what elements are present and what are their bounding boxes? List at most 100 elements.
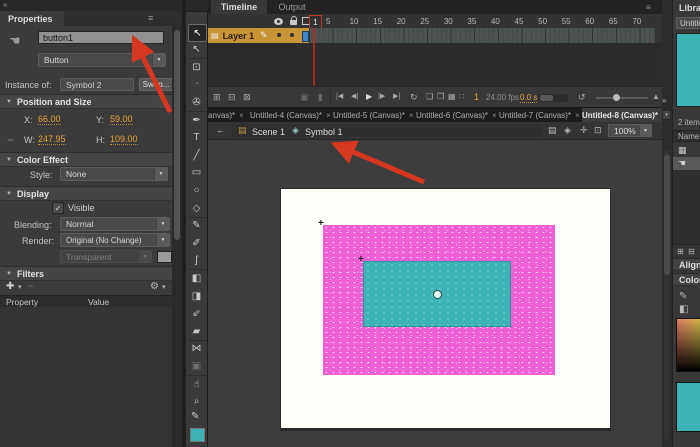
close-icon[interactable]: × xyxy=(239,111,244,120)
zoom-tool[interactable]: ⌕ xyxy=(188,394,205,410)
document-tab-4[interactable]: Untitled-6 (Canvas)*× xyxy=(416,108,496,122)
document-tab-3[interactable]: Untitled-5 (Canvas)*× xyxy=(333,108,413,122)
step-forward-icon[interactable]: |▶ xyxy=(378,93,385,100)
stroke-color-pencil-icon[interactable]: ✎ xyxy=(191,411,199,422)
lock-column-icon[interactable] xyxy=(290,20,297,25)
properties-scrollbar[interactable] xyxy=(172,26,182,447)
stage-zoom-dropdown[interactable]: 100% ▼ xyxy=(608,124,652,137)
style-dropdown[interactable]: None ▼ xyxy=(60,167,168,181)
go-last-frame-icon[interactable]: ▶| xyxy=(393,93,400,100)
chevron-down-icon[interactable]: ▾ xyxy=(162,284,166,291)
scrollbar-thumb[interactable] xyxy=(174,30,180,240)
section-display[interactable]: ▼ Display xyxy=(0,186,172,201)
close-icon[interactable]: × xyxy=(575,111,579,120)
render-dropdown[interactable]: Original (No Change) ▼ xyxy=(60,233,170,247)
lasso-tool[interactable]: ✇ xyxy=(188,94,205,110)
ruler-frame-25[interactable]: 25 xyxy=(420,17,429,26)
playhead-frame-number[interactable]: 1 xyxy=(309,15,322,29)
scrollbar-thumb[interactable] xyxy=(664,155,670,275)
pen-tool[interactable]: ✒ xyxy=(188,112,205,128)
link-width-height-icon[interactable]: ⇔ xyxy=(6,135,15,144)
ruler-frame-35[interactable]: 35 xyxy=(467,17,476,26)
modify-markers-icon[interactable]: ∷ xyxy=(459,93,464,101)
rectangle-tool[interactable]: ▭ xyxy=(188,165,205,181)
layer-visibility-dot[interactable] xyxy=(277,33,281,37)
paint-bucket-tool[interactable]: ◧ xyxy=(188,270,205,286)
ruler-frame-65[interactable]: 65 xyxy=(609,17,618,26)
back-arrow-icon[interactable]: ← xyxy=(216,126,225,135)
y-value[interactable]: 59.00 xyxy=(110,115,133,125)
delete-layer-icon[interactable]: ⊠ xyxy=(243,93,251,102)
visible-checkbox[interactable]: ✓ xyxy=(52,202,64,214)
brush-tool[interactable]: ✐ xyxy=(188,235,205,251)
timeline-zoom-slider[interactable] xyxy=(596,97,648,99)
panel-menu-icon[interactable]: ≡ xyxy=(148,13,153,23)
document-tab-5[interactable]: Untitled-7 (Canvas)*× xyxy=(499,108,579,122)
ruler-frame-45[interactable]: 45 xyxy=(515,17,524,26)
layer-lock-dot[interactable] xyxy=(290,33,294,37)
text-tool[interactable]: T xyxy=(188,130,205,146)
ruler-frame-30[interactable]: 30 xyxy=(444,17,453,26)
ink-bottle-tool[interactable]: ◨ xyxy=(188,288,205,304)
edit-symbols-menu-icon[interactable]: ◈ xyxy=(564,126,571,135)
add-filter-icon[interactable]: ✚ xyxy=(6,282,14,292)
ruler-frame-20[interactable]: 20 xyxy=(397,17,406,26)
tab-properties[interactable]: Properties xyxy=(0,11,64,26)
blending-dropdown[interactable]: Normal ▼ xyxy=(60,217,170,231)
stroke-color-pencil-icon[interactable]: ✎ xyxy=(679,292,687,302)
collapse-panel-icon[interactable]: « xyxy=(3,0,7,9)
new-layer-icon[interactable]: ⊞ xyxy=(213,93,221,102)
ruler-frame-5[interactable]: 5 xyxy=(326,17,330,26)
pencil-tool[interactable]: ✎ xyxy=(188,218,205,234)
expand-panels-icon[interactable]: » xyxy=(662,96,666,105)
ruler-frame-70[interactable]: 70 xyxy=(632,17,641,26)
timeline-menu-icon[interactable]: ≡ xyxy=(646,3,651,12)
swap-button[interactable]: Swap... xyxy=(139,78,173,91)
free-transform-tool[interactable]: ⊡ xyxy=(188,59,205,75)
color-picker-gradient[interactable] xyxy=(676,318,700,372)
section-color-effect[interactable]: ▼ Color Effect xyxy=(0,152,172,167)
asset-warp-tool[interactable]: ⋈ xyxy=(188,341,205,357)
oval-tool[interactable]: ○ xyxy=(188,182,205,198)
subselection-tool[interactable]: ↖ xyxy=(188,42,205,58)
elapsed-time-value[interactable]: 0.0 s xyxy=(520,94,537,103)
instance-name-input[interactable] xyxy=(38,31,164,44)
chevron-down-icon[interactable]: ▾ xyxy=(18,284,22,291)
x-value[interactable]: 66.00 xyxy=(38,115,61,125)
library-name-column[interactable]: Name xyxy=(673,130,700,142)
step-back-icon[interactable]: ◀| xyxy=(351,93,358,100)
timeline-hscrollbar[interactable] xyxy=(538,94,568,102)
current-frame-value[interactable]: 1 xyxy=(474,93,479,102)
layer-name[interactable]: Layer 1 xyxy=(223,31,255,41)
edit-scene-menu-icon[interactable]: ▤ xyxy=(548,126,557,135)
w-value[interactable]: 247.95 xyxy=(38,135,66,145)
edit-multiple-frames-icon[interactable]: ▦ xyxy=(448,93,456,101)
reset-timeline-zoom-icon[interactable]: ↺ xyxy=(578,93,586,102)
onion-skin-icon[interactable]: ❏ xyxy=(426,93,433,101)
layer-frames-strip[interactable] xyxy=(309,28,655,43)
ruler-frame-55[interactable]: 55 xyxy=(562,17,571,26)
close-icon[interactable]: × xyxy=(409,111,413,120)
document-tab-2[interactable]: Untitled-4 (Canvas)*× xyxy=(250,108,330,122)
tab-overflow-dropdown-icon[interactable]: ▾ xyxy=(662,110,671,120)
play-icon[interactable]: ▶ xyxy=(366,93,372,101)
ruler-frame-50[interactable]: 50 xyxy=(538,17,547,26)
layer-outline-color-swatch[interactable] xyxy=(302,31,309,42)
close-icon[interactable]: × xyxy=(326,111,330,120)
center-frame-icon[interactable]: ✛ xyxy=(580,126,588,135)
hand-tool[interactable]: ☝ xyxy=(188,376,205,392)
scrollbar-thumb[interactable] xyxy=(540,95,553,101)
selection-tool[interactable]: ↖ xyxy=(188,24,207,42)
breadcrumb-symbol[interactable]: Symbol 1 xyxy=(305,127,343,137)
h-value[interactable]: 109.00 xyxy=(110,135,138,145)
onion-skin-outlines-icon[interactable]: ❐ xyxy=(437,93,444,101)
go-first-frame-icon[interactable]: |◀ xyxy=(336,93,343,100)
polystar-tool[interactable]: ◇ xyxy=(188,200,205,216)
ruler-frame-15[interactable]: 15 xyxy=(373,17,382,26)
bone-tool[interactable]: ʃ xyxy=(188,253,205,269)
frame-rate-value[interactable]: 24.00 fps xyxy=(486,94,519,102)
document-tab-1[interactable]: anvas)*× xyxy=(208,108,244,122)
section-filters[interactable]: ▼ Filters xyxy=(0,266,172,281)
eye-column-icon[interactable] xyxy=(274,18,283,25)
tab-timeline[interactable]: Timeline xyxy=(211,0,267,14)
